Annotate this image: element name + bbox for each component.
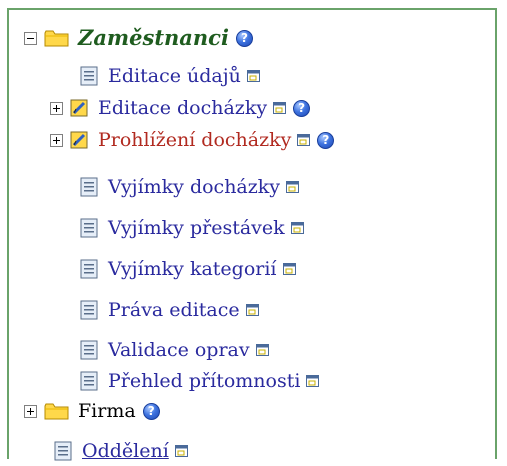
tree-item-label[interactable]: Vyjímky přestávek [108, 216, 285, 240]
page-icon [80, 66, 98, 86]
expand-icon[interactable] [24, 404, 37, 418]
new-window-icon[interactable] [290, 222, 304, 234]
tree-item-partial: Oddělení [54, 436, 188, 466]
tree-item-label[interactable]: Oddělení [82, 439, 169, 463]
tree-item-label[interactable]: Editace údajů [108, 64, 241, 88]
tree-item-label[interactable]: Vyjímky kategorií [108, 257, 277, 281]
tree-root-label[interactable]: Zaměstnanci [78, 26, 229, 50]
tree-node: Editace docházky ? [50, 93, 311, 123]
help-icon[interactable]: ? [293, 99, 311, 117]
page-icon [80, 259, 98, 279]
tree-panel: Zaměstnanci ? Editace údajů Editace doch… [0, 0, 507, 462]
new-window-icon[interactable] [297, 134, 311, 146]
help-icon[interactable]: ? [235, 29, 253, 47]
new-window-icon[interactable] [273, 102, 287, 114]
help-icon[interactable]: ? [142, 402, 160, 420]
tree-node-firma: Firma ? [24, 396, 160, 426]
tree-item: Editace údajů [80, 61, 260, 91]
tree-item: Přehled přítomnosti [80, 366, 320, 396]
panel-border-top [7, 8, 497, 10]
expand-icon[interactable] [50, 101, 63, 115]
tree-item-label[interactable]: Editace docházky [98, 96, 267, 120]
expand-icon[interactable] [50, 133, 63, 147]
new-window-icon[interactable] [245, 304, 259, 316]
new-window-icon[interactable] [306, 375, 320, 387]
new-window-icon[interactable] [286, 181, 300, 193]
page-icon [80, 300, 98, 320]
tree-item: Práva editace [80, 295, 259, 325]
page-icon [80, 340, 98, 360]
collapse-icon[interactable] [24, 31, 37, 45]
tree-item-label[interactable]: Práva editace [108, 298, 240, 322]
tree-item-label-active[interactable]: Prohlížení docházky [98, 128, 291, 152]
new-window-icon[interactable] [246, 70, 260, 82]
new-window-icon[interactable] [282, 263, 296, 275]
tree-item: Vyjímky přestávek [80, 213, 304, 243]
tree-item-label[interactable]: Přehled přítomnosti [108, 369, 300, 393]
tree-item-label[interactable]: Validace oprav [108, 338, 250, 362]
panel-border-left [7, 8, 9, 459]
tree-item-label[interactable]: Vyjímky docházky [108, 175, 280, 199]
page-icon [80, 218, 98, 238]
page-icon [80, 371, 98, 391]
page-icon [80, 177, 98, 197]
new-window-icon[interactable] [174, 445, 188, 457]
folder-edit-icon [70, 99, 88, 117]
page-icon [54, 441, 72, 461]
tree-item: Vyjímky docházky [80, 172, 300, 202]
panel-border-right [495, 8, 497, 459]
tree-node-label[interactable]: Firma [78, 399, 136, 423]
tree-node: Prohlížení docházky ? [50, 125, 335, 155]
tree-item: Validace oprav [80, 335, 269, 365]
help-icon[interactable]: ? [317, 131, 335, 149]
folder-icon [44, 30, 69, 47]
folder-edit-icon [70, 131, 88, 149]
folder-icon [44, 403, 69, 420]
tree-item: Vyjímky kategorií [80, 254, 296, 284]
new-window-icon[interactable] [255, 344, 269, 356]
tree-node-zamestnanci: Zaměstnanci ? [24, 23, 253, 53]
